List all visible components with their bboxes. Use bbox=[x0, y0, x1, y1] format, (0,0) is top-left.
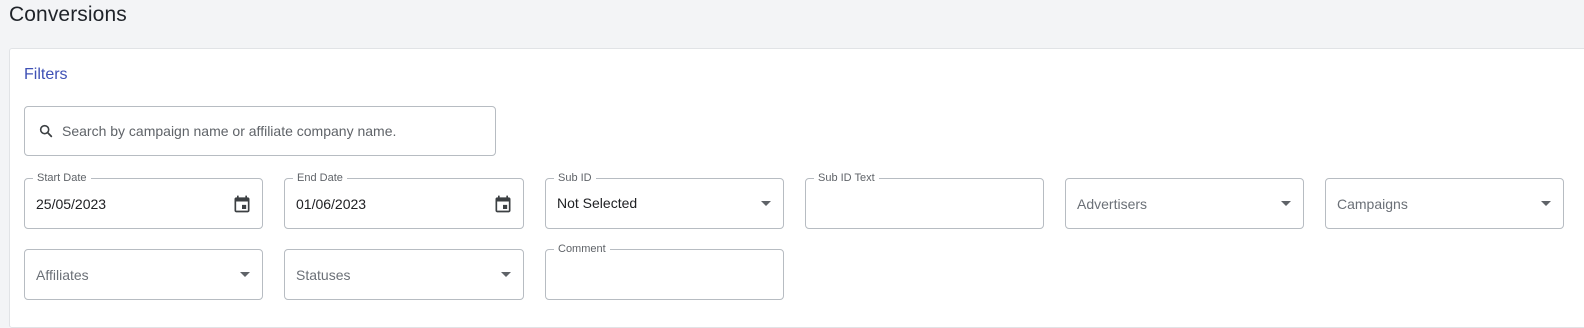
comment-label: Comment bbox=[554, 243, 610, 255]
advertisers-placeholder: Advertisers bbox=[1077, 196, 1148, 212]
campaigns-placeholder: Campaigns bbox=[1337, 196, 1408, 212]
dropdown-arrow-icon bbox=[501, 272, 511, 277]
statuses-select[interactable]: Statuses bbox=[284, 249, 524, 300]
affiliates-placeholder: Affiliates bbox=[36, 267, 89, 283]
end-date-value: 01/06/2023 bbox=[296, 196, 367, 212]
start-date-field[interactable]: Start Date 25/05/2023 bbox=[24, 172, 263, 229]
statuses-placeholder: Statuses bbox=[296, 267, 351, 283]
affiliates-select[interactable]: Affiliates bbox=[24, 249, 263, 300]
filters-title: Filters bbox=[24, 66, 68, 83]
end-date-field[interactable]: End Date 01/06/2023 bbox=[284, 172, 524, 229]
start-date-value: 25/05/2023 bbox=[36, 196, 107, 212]
dropdown-arrow-icon bbox=[761, 201, 771, 206]
start-date-label: Start Date bbox=[33, 172, 91, 184]
search-input[interactable] bbox=[62, 121, 482, 141]
sub-id-label: Sub ID bbox=[554, 172, 596, 184]
filters-card: Filters Start Date 25/05/2023 End Date 0… bbox=[9, 48, 1584, 328]
end-date-label: End Date bbox=[293, 172, 347, 184]
campaigns-select[interactable]: Campaigns bbox=[1325, 178, 1564, 229]
advertisers-select[interactable]: Advertisers bbox=[1065, 178, 1304, 229]
dropdown-arrow-icon bbox=[1541, 201, 1551, 206]
page-title: Conversions bbox=[9, 3, 127, 26]
search-field[interactable] bbox=[24, 106, 496, 156]
comment-field[interactable]: Comment bbox=[545, 243, 784, 300]
sub-id-value: Not Selected bbox=[557, 195, 638, 211]
dropdown-arrow-icon bbox=[1281, 201, 1291, 206]
dropdown-arrow-icon bbox=[240, 272, 250, 277]
sub-id-select[interactable]: Sub ID Not Selected bbox=[545, 172, 784, 229]
sub-id-text-label: Sub ID Text bbox=[814, 172, 879, 184]
calendar-icon[interactable] bbox=[493, 194, 513, 214]
calendar-icon[interactable] bbox=[232, 194, 252, 214]
search-icon bbox=[39, 124, 53, 138]
sub-id-text-field[interactable]: Sub ID Text bbox=[805, 172, 1044, 229]
